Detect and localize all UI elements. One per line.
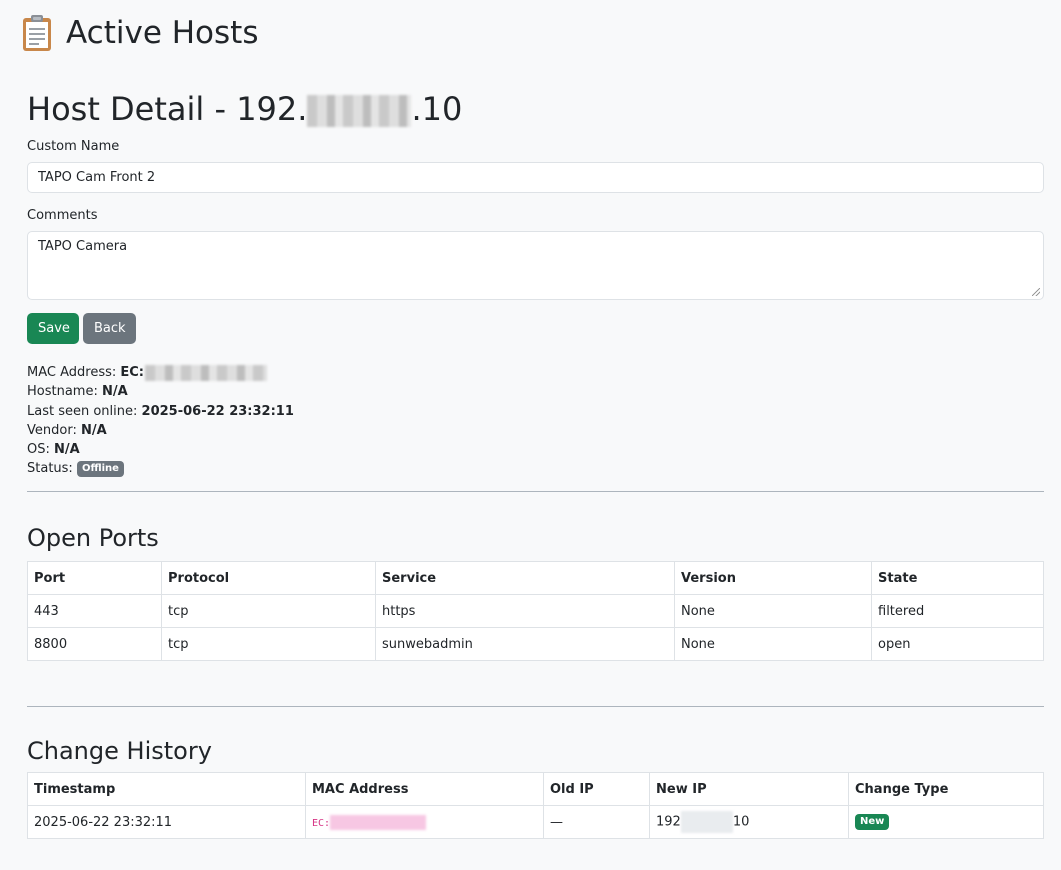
column-header-timestamp: Timestamp [27, 772, 306, 806]
back-button[interactable]: Back [83, 313, 136, 344]
vendor-label: Vendor: [27, 422, 77, 438]
hostname-value: N/A [102, 384, 128, 400]
redacted-mac [145, 364, 268, 381]
column-header-version: Version [674, 561, 872, 595]
column-header-change-type: Change Type [848, 772, 1044, 806]
open-ports-heading: Open Ports [27, 524, 159, 552]
last-seen-value: 2025-06-22 23:32:11 [141, 403, 294, 419]
os-row: OS: N/A [27, 440, 294, 459]
service-cell: sunwebadmin [375, 627, 675, 661]
app-title-text: Active Hosts [66, 15, 259, 51]
mac-code: EC: [312, 817, 331, 829]
service-cell: https [375, 594, 675, 628]
column-header-port: Port [27, 561, 162, 595]
change-history-heading: Change History [27, 737, 212, 765]
redacted-ip-segment [307, 95, 412, 127]
status-badge: Offline [76, 461, 124, 478]
clipboard-icon [23, 15, 51, 51]
comments-textarea[interactable]: TAPO Camera [27, 231, 1044, 300]
divider [27, 491, 1044, 492]
port-cell: 443 [27, 594, 162, 628]
page-title-suffix: .10 [411, 90, 463, 128]
change-history-table: Timestamp MAC Address Old IP New IP Chan… [27, 772, 1044, 839]
table-row: 443 tcp https None filtered [27, 594, 1044, 628]
open-ports-table: Port Protocol Service Version State 443 … [27, 561, 1044, 661]
column-header-old-ip: Old IP [543, 772, 650, 806]
protocol-cell: tcp [161, 627, 376, 661]
host-info: MAC Address: EC: Hostname: N/A Last seen… [27, 363, 294, 479]
table-row: 2025-06-22 23:32:11 EC: — 192 10 New [27, 805, 1044, 839]
hostname-row: Hostname: N/A [27, 382, 294, 401]
change-type-badge: New [855, 814, 890, 830]
comments-label: Comments [27, 208, 98, 223]
version-cell: None [674, 594, 872, 628]
old-ip-cell: — [543, 805, 650, 839]
vendor-value: N/A [80, 422, 107, 438]
status-row: Status: Offline [27, 459, 294, 478]
mac-address-row: MAC Address: EC: [27, 363, 294, 382]
mac-address-value: EC: [120, 365, 145, 380]
column-header-service: Service [375, 561, 675, 595]
mac-address-cell: EC: [305, 805, 544, 839]
state-cell: open [871, 627, 1044, 661]
protocol-cell: tcp [161, 594, 376, 628]
app-title: Active Hosts [20, 14, 258, 52]
column-header-protocol: Protocol [161, 561, 376, 595]
os-value: N/A [54, 442, 80, 458]
column-header-new-ip: New IP [649, 772, 849, 806]
port-cell: 8800 [27, 627, 162, 661]
save-button[interactable]: Save [27, 313, 79, 344]
comments-text: TAPO Camera [38, 239, 128, 254]
table-row: 8800 tcp sunwebadmin None open [27, 627, 1044, 661]
hostname-label: Hostname: [27, 384, 98, 400]
new-ip-prefix: 192 [656, 814, 681, 830]
version-cell: None [674, 627, 872, 661]
status-label: Status: [27, 461, 73, 477]
redacted-ip-segment [680, 811, 733, 833]
table-header-row: Port Protocol Service Version State [27, 561, 1044, 595]
timestamp-cell: 2025-06-22 23:32:11 [27, 805, 306, 839]
column-header-mac-address: MAC Address [305, 772, 544, 806]
vendor-row: Vendor: N/A [27, 421, 294, 440]
state-cell: filtered [871, 594, 1044, 628]
page-title: Host Detail - 192. .10 [27, 90, 462, 128]
column-header-state: State [871, 561, 1044, 595]
last-seen-label: Last seen online: [27, 403, 138, 419]
last-seen-row: Last seen online: 2025-06-22 23:32:11 [27, 402, 294, 421]
resize-grip-icon[interactable] [1032, 288, 1040, 296]
new-ip-cell: 192 10 [649, 805, 849, 839]
os-label: OS: [27, 442, 50, 458]
redacted-mac [330, 814, 427, 830]
mac-address-label: MAC Address: [27, 365, 117, 380]
new-ip-suffix: 10 [732, 814, 750, 830]
change-type-cell: New [848, 805, 1044, 839]
custom-name-input[interactable] [27, 162, 1044, 193]
divider [27, 706, 1044, 707]
table-header-row: Timestamp MAC Address Old IP New IP Chan… [27, 772, 1044, 806]
page-title-prefix: Host Detail - 192. [27, 90, 308, 128]
custom-name-label: Custom Name [27, 139, 120, 154]
